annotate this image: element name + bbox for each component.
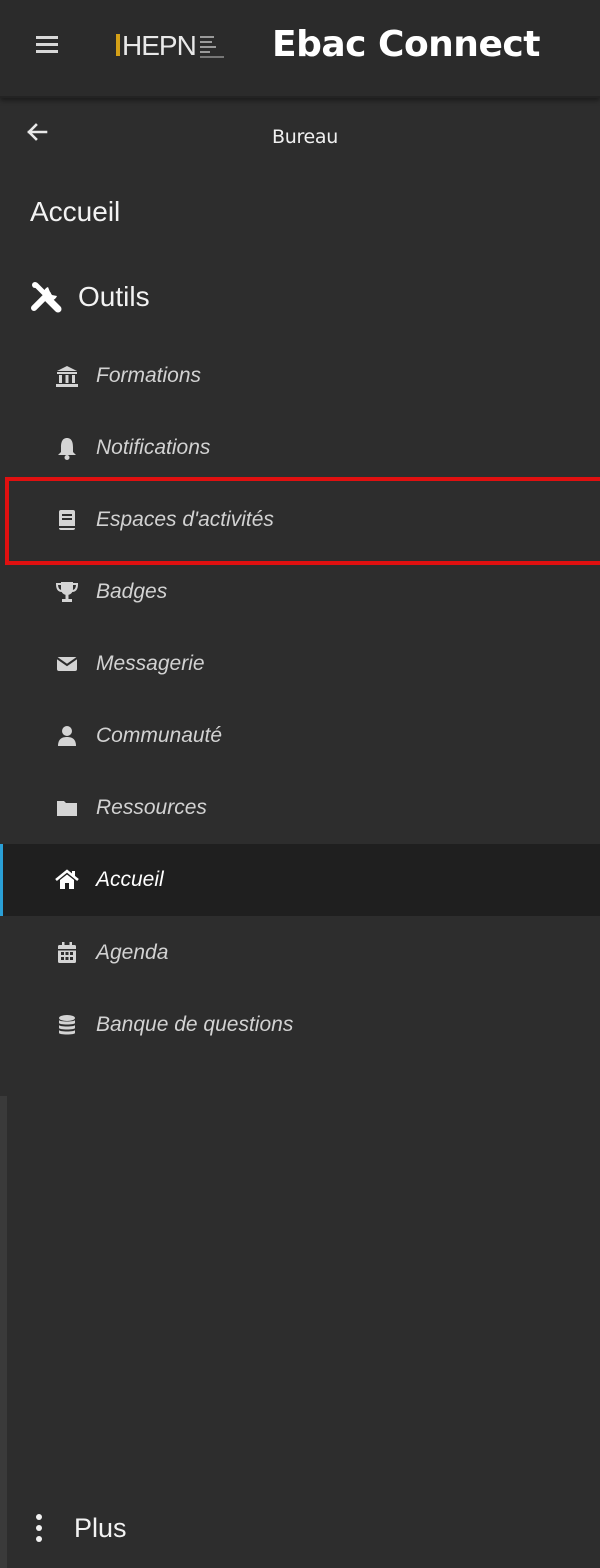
menu-item-communaute[interactable]: Communauté: [0, 700, 600, 772]
tools-icon: [31, 282, 62, 313]
vertical-dots-icon: [34, 1513, 44, 1543]
book-icon: [59, 510, 75, 530]
more-button[interactable]: Plus: [34, 1508, 127, 1548]
menu-item-label: Badges: [96, 580, 168, 603]
menu-item-agenda[interactable]: Agenda: [0, 917, 600, 989]
menu-item-label: Communauté: [96, 724, 223, 747]
menu-item-label: Messagerie: [96, 652, 205, 675]
calendar-icon: [58, 942, 76, 963]
menu-item-notifications[interactable]: Notifications: [0, 412, 600, 484]
back-navigation-row: Bureau: [0, 100, 600, 168]
logo-text: HEPN: [122, 30, 197, 61]
envelope-icon: [56, 657, 78, 671]
home-icon: [55, 869, 79, 889]
menu-item-label: Ressources: [96, 796, 207, 819]
university-icon: [56, 366, 78, 387]
menu-item-espaces-activites[interactable]: Espaces d'activités: [0, 484, 600, 556]
hepn-logo: HEPN: [116, 26, 226, 66]
sidebar-rail: [0, 1096, 7, 1568]
nav-home-link[interactable]: Accueil: [30, 196, 120, 228]
menu-item-label: Banque de questions: [96, 1013, 294, 1036]
tools-section-header[interactable]: Outils: [30, 278, 150, 316]
menu-item-messagerie[interactable]: Messagerie: [0, 628, 600, 700]
tools-section-label: Outils: [78, 281, 150, 312]
menu-item-formations[interactable]: Formations: [0, 340, 600, 412]
logo-mark: [116, 34, 120, 56]
bell-icon: [58, 438, 76, 460]
hamburger-menu-icon[interactable]: [36, 36, 58, 54]
trophy-icon: [55, 582, 79, 602]
menu-item-banque-questions[interactable]: Banque de questions: [0, 989, 600, 1061]
menu-item-ressources[interactable]: Ressources: [0, 772, 600, 844]
database-icon: [59, 1015, 75, 1035]
logo-stripes: [199, 33, 226, 59]
menu-item-label: Agenda: [96, 941, 169, 964]
menu-item-label: Accueil: [96, 868, 164, 891]
top-app-bar: HEPN Ebac Connect: [0, 0, 600, 98]
app-title: Ebac Connect: [272, 24, 540, 65]
menu-item-accueil[interactable]: Accueil: [0, 844, 600, 916]
folder-icon: [57, 801, 77, 816]
menu-item-label: Notifications: [96, 436, 211, 459]
user-icon: [58, 726, 76, 746]
more-label: Plus: [74, 1512, 127, 1543]
menu-item-badges[interactable]: Badges: [0, 556, 600, 628]
menu-item-label: Formations: [96, 364, 202, 387]
back-label-bureau[interactable]: Bureau: [0, 126, 600, 148]
menu-item-label: Espaces d'activités: [96, 508, 274, 531]
